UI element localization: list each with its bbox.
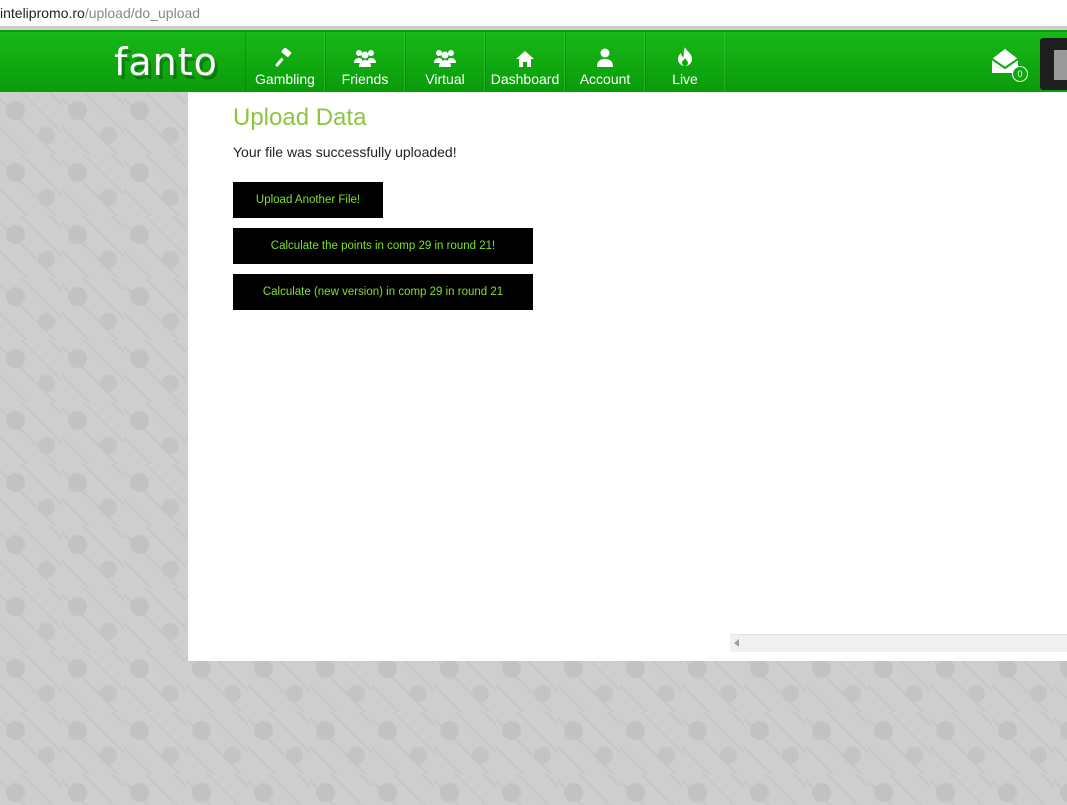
- main-nav: Gambling Friends Virtual Dashboard Accou…: [245, 32, 725, 92]
- top-navbar: fanto Gambling Friends Virtual Dashboard: [0, 30, 1067, 92]
- nav-item-virtual[interactable]: Virtual: [405, 32, 485, 92]
- messages-count-badge: 0: [1012, 66, 1028, 82]
- page-title: Upload Data: [233, 104, 367, 131]
- profile-menu[interactable]: [1040, 38, 1067, 90]
- fanto-logo[interactable]: fanto: [114, 40, 218, 84]
- calculate-new-version-button[interactable]: Calculate (new version) in comp 29 in ro…: [233, 274, 533, 310]
- nav-item-live[interactable]: Live: [645, 32, 725, 92]
- url-domain: intelipromo.ro: [0, 5, 85, 21]
- users-icon: [433, 44, 457, 68]
- users-icon: [353, 44, 377, 68]
- nav-item-gambling[interactable]: Gambling: [245, 32, 325, 92]
- main-content: Upload Data Your file was successfully u…: [188, 92, 1067, 661]
- fire-icon: [676, 44, 694, 68]
- nav-item-dashboard[interactable]: Dashboard: [485, 32, 565, 92]
- nav-label-virtual: Virtual: [425, 71, 465, 87]
- nav-item-friends[interactable]: Friends: [325, 32, 405, 92]
- home-icon: [515, 44, 535, 68]
- nav-label-friends: Friends: [341, 71, 389, 87]
- calculate-points-button[interactable]: Calculate the points in comp 29 in round…: [233, 228, 533, 264]
- nav-label-gambling: Gambling: [255, 71, 315, 87]
- horizontal-scrollbar[interactable]: [730, 634, 1067, 652]
- nav-label-live: Live: [672, 71, 698, 87]
- messages-button[interactable]: 0: [990, 46, 1028, 82]
- nav-item-account[interactable]: Account: [565, 32, 645, 92]
- url-path: /upload/do_upload: [84, 5, 201, 21]
- user-icon: [596, 44, 614, 68]
- address-bar[interactable]: intelipromo.ro/upload/do_upload: [0, 0, 1067, 27]
- avatar: [1054, 50, 1067, 80]
- nav-label-account: Account: [579, 71, 631, 87]
- success-message: Your file was successfully uploaded!: [233, 144, 457, 160]
- gavel-icon: [275, 44, 295, 68]
- upload-another-file-button[interactable]: Upload Another File!: [233, 182, 383, 218]
- nav-label-dashboard: Dashboard: [490, 71, 560, 87]
- scroll-left-arrow-icon[interactable]: [734, 639, 739, 647]
